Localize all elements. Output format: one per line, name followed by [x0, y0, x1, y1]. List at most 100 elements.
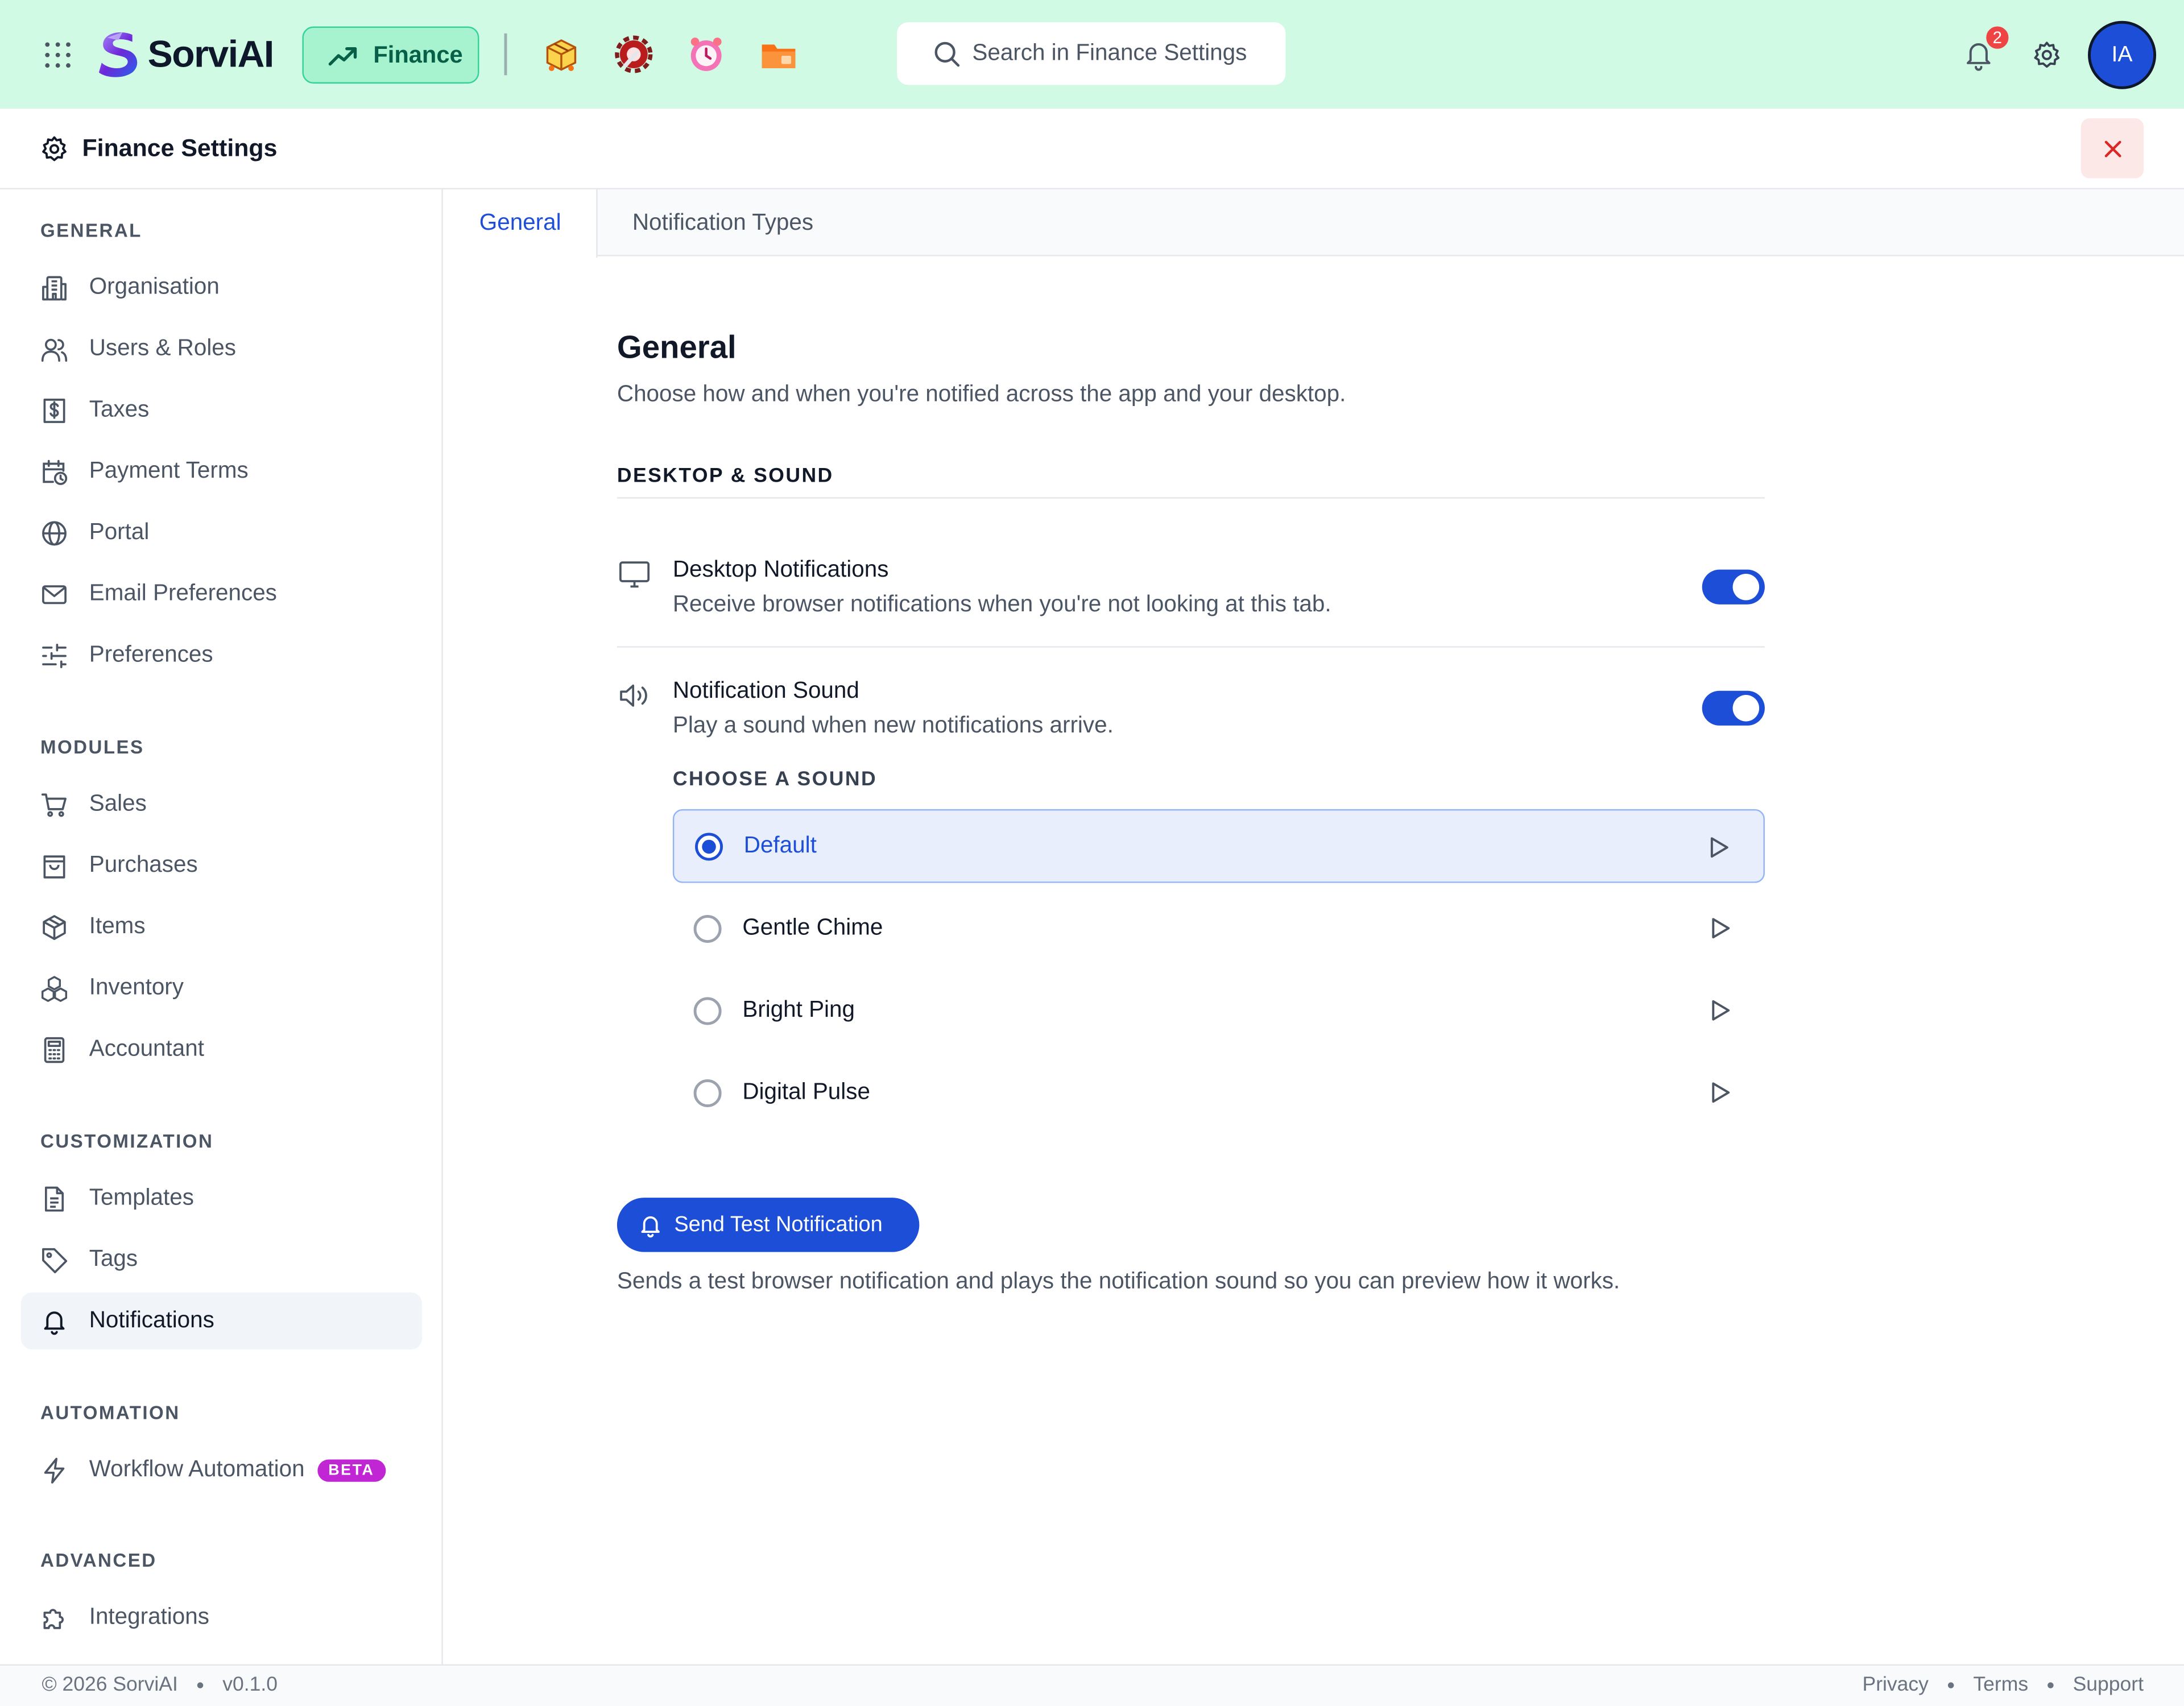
app-root: SorviAI Finance Search in Finance Settin…: [0, 0, 2184, 1706]
package-app-icon[interactable]: [542, 35, 581, 74]
sidebar-item-sales[interactable]: Sales: [21, 776, 422, 833]
brand-logo[interactable]: SorviAI: [95, 29, 274, 79]
toggle-knob: [1732, 695, 1760, 722]
row-divider: [617, 646, 1765, 648]
sidebar-item-users-roles[interactable]: Users & Roles: [21, 320, 422, 377]
cart-icon: [41, 793, 67, 817]
sidebar-item-preferences[interactable]: Preferences: [21, 627, 422, 684]
sidebar-item-workflow-automation[interactable]: Workflow Automation BETA: [21, 1442, 422, 1498]
sidebar-section-advanced: ADVANCED: [40, 1550, 157, 1571]
globe-icon: [42, 520, 67, 545]
search-box[interactable]: [897, 22, 1286, 85]
sidebar-item-templates[interactable]: Templates: [21, 1170, 422, 1227]
settings-gear-icon: [42, 136, 67, 162]
beta-badge: BETA: [317, 1459, 386, 1481]
sidebar-item-inventory[interactable]: Inventory: [21, 959, 422, 1016]
desktop-notifications-toggle[interactable]: [1702, 569, 1765, 604]
radio-unselected[interactable]: [693, 914, 722, 942]
play-preview-icon[interactable]: [1709, 916, 1731, 940]
sound-option-bright-ping[interactable]: Bright Ping: [673, 974, 1765, 1047]
user-avatar[interactable]: IA: [2088, 20, 2157, 89]
notification-sound-toggle[interactable]: [1702, 690, 1765, 726]
sidebar-item-label: Integrations: [89, 1604, 209, 1630]
module-switcher-finance[interactable]: Finance: [302, 26, 479, 84]
sidebar-item-organisation[interactable]: Organisation: [21, 259, 422, 316]
sound-option-label: Gentle Chime: [742, 914, 883, 941]
sidebar-item-label: Email Preferences: [89, 581, 277, 606]
sidebar-item-label: Items: [89, 913, 146, 939]
footer-left: © 2026 SorviAI ● v0.1.0: [42, 1674, 278, 1696]
sidebar-item-label: Organisation: [89, 274, 220, 300]
sidebar-item-email-preferences[interactable]: Email Preferences: [21, 565, 422, 622]
calculator-icon: [44, 1036, 65, 1062]
choose-sound-label: CHOOSE A SOUND: [672, 768, 878, 792]
sidebar-item-label: Tags: [89, 1246, 138, 1272]
terms-link[interactable]: Terms: [1973, 1674, 2028, 1696]
sidebar-item-tags[interactable]: Tags: [21, 1231, 422, 1288]
search-icon: [934, 41, 960, 67]
sidebar-item-label: Portal: [89, 519, 150, 545]
sidebar-item-label: Templates: [89, 1185, 194, 1211]
sidebar-item-items[interactable]: Items: [21, 898, 422, 955]
toolbar-divider: [504, 33, 507, 76]
support-link[interactable]: Support: [2073, 1674, 2144, 1696]
sidebar-item-taxes[interactable]: Taxes: [21, 382, 422, 438]
play-preview-icon[interactable]: [1707, 835, 1730, 859]
settings-gear-icon[interactable]: [2032, 40, 2061, 69]
sidebar-item-label: Inventory: [89, 975, 184, 1000]
dollar-receipt-icon: [43, 397, 65, 423]
sidebar-item-label: Payment Terms: [89, 458, 249, 483]
sound-option-label: Default: [743, 833, 817, 858]
sidebar-item-label: Notifications: [89, 1307, 214, 1333]
privacy-link[interactable]: Privacy: [1863, 1674, 1929, 1696]
settings-header: Finance Settings: [0, 109, 2184, 190]
sidebar-item-integrations[interactable]: Integrations: [21, 1589, 422, 1646]
sound-option-default[interactable]: Default: [672, 809, 1765, 883]
page-title: Finance Settings: [82, 134, 278, 162]
sidebar-item-portal[interactable]: Portal: [21, 504, 422, 561]
sound-option-gentle-chime[interactable]: Gentle Chime: [673, 891, 1765, 965]
clock-app-icon[interactable]: [686, 35, 726, 74]
group-title: DESKTOP & SOUND: [617, 465, 834, 488]
apps-grid-icon[interactable]: [43, 40, 72, 69]
tab-general[interactable]: General: [444, 189, 598, 258]
building-icon: [42, 275, 67, 300]
section-title: General: [617, 328, 737, 365]
settings-sidebar: GENERAL Organisation Users & Roles Taxes…: [0, 189, 443, 1664]
sidebar-section-customization: CUSTOMIZATION: [40, 1131, 214, 1152]
sound-option-label: Digital Pulse: [742, 1079, 870, 1105]
tab-notification-types[interactable]: Notification Types: [632, 189, 813, 256]
radio-unselected[interactable]: [693, 996, 722, 1025]
play-preview-icon[interactable]: [1709, 1080, 1731, 1104]
sidebar-item-payment-terms[interactable]: Payment Terms: [21, 443, 422, 500]
close-icon: [2104, 140, 2121, 157]
radio-unselected[interactable]: [693, 1078, 722, 1107]
desktop-notifications-description: Receive browser notifications when you'r…: [672, 591, 1331, 617]
search-input[interactable]: [972, 40, 1279, 67]
footer-separator: ●: [1946, 1677, 1955, 1693]
send-test-notification-button[interactable]: Send Test Notification: [617, 1198, 920, 1252]
sidebar-section-modules: MODULES: [40, 736, 144, 758]
tools-app-icon[interactable]: [614, 35, 653, 74]
bell-icon: [44, 1311, 65, 1335]
sidebar-item-label: Preferences: [89, 641, 213, 668]
group-divider: [617, 497, 1765, 499]
sidebar-item-notifications[interactable]: Notifications: [20, 1292, 423, 1350]
radio-selected[interactable]: [695, 832, 723, 860]
users-icon: [41, 338, 68, 361]
sidebar-item-label: Purchases: [89, 852, 198, 877]
folder-app-icon[interactable]: [759, 35, 799, 74]
play-preview-icon[interactable]: [1709, 999, 1731, 1022]
notification-sound-title: Notification Sound: [672, 678, 859, 703]
close-settings-button[interactable]: [2080, 118, 2144, 179]
tag-icon: [42, 1247, 68, 1273]
module-label: Finance: [373, 41, 463, 68]
monitor-icon: [619, 561, 650, 588]
send-test-notification-label: Send Test Notification: [674, 1212, 883, 1236]
test-notification-help: Sends a test browser notification and pl…: [617, 1269, 1620, 1294]
sidebar-item-accountant[interactable]: Accountant: [21, 1021, 422, 1078]
document-icon: [44, 1186, 64, 1211]
notification-count-badge: 2: [1983, 23, 2012, 52]
sidebar-item-purchases[interactable]: Purchases: [21, 837, 422, 894]
sound-option-digital-pulse[interactable]: Digital Pulse: [673, 1055, 1765, 1129]
